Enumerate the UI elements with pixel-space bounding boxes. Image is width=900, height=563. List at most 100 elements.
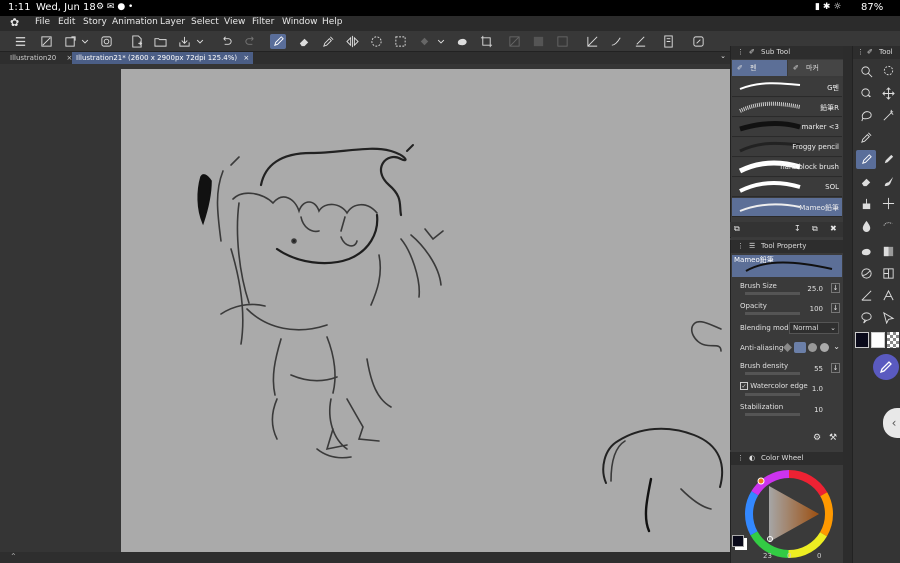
menu-story[interactable]: Story bbox=[83, 17, 107, 27]
pen-tool-icon[interactable] bbox=[856, 150, 876, 169]
stabilizer-icon[interactable] bbox=[584, 34, 600, 49]
menu-file[interactable]: File bbox=[35, 17, 50, 27]
sub-color-swatch[interactable] bbox=[871, 332, 885, 348]
brush-item[interactable]: marker <3 bbox=[732, 118, 842, 137]
brush-size-row[interactable]: Brush Size bbox=[740, 282, 840, 290]
hamburger-menu-icon[interactable] bbox=[12, 34, 28, 49]
brush-item[interactable]: SOL bbox=[732, 178, 842, 197]
contour-shade-icon[interactable] bbox=[856, 264, 876, 283]
sparkle-icon[interactable] bbox=[878, 194, 898, 213]
subtool-tab-marker[interactable]: ✐ 마커 bbox=[788, 60, 843, 76]
download-icon[interactable]: ↓ bbox=[831, 283, 840, 293]
copy-icon[interactable]: ⧉ bbox=[734, 224, 740, 234]
rect-select-icon[interactable] bbox=[392, 34, 408, 49]
chevron-down-icon[interactable] bbox=[80, 34, 90, 49]
ruler-pen-icon[interactable] bbox=[632, 34, 648, 49]
flip-horizontal-icon[interactable] bbox=[344, 34, 360, 49]
floating-pen-button[interactable] bbox=[873, 354, 899, 380]
tab-illustration21[interactable]: Illustration21* (2600 x 2900px 72dpi 125… bbox=[72, 52, 254, 64]
open-folder-icon[interactable] bbox=[152, 34, 168, 49]
new-file-icon[interactable] bbox=[128, 34, 144, 49]
screenshot-icon[interactable] bbox=[98, 34, 114, 49]
download-icon[interactable]: ↧ bbox=[794, 224, 801, 233]
brush-item[interactable]: Froggy pencil bbox=[732, 138, 842, 157]
frame-border-icon[interactable] bbox=[878, 264, 898, 283]
lasso-select-icon[interactable] bbox=[856, 106, 876, 125]
brush-size-slider[interactable] bbox=[745, 292, 800, 295]
brush-size-value[interactable]: 25.0 bbox=[807, 285, 823, 293]
transform-icon[interactable] bbox=[62, 34, 78, 49]
brush-density-slider[interactable] bbox=[745, 372, 800, 375]
menu-select[interactable]: Select bbox=[191, 17, 219, 27]
fill-selection-icon[interactable] bbox=[416, 34, 432, 49]
color-wheel[interactable] bbox=[739, 464, 839, 560]
panel-grip-icon[interactable]: ⋮ bbox=[857, 46, 864, 59]
eraser-icon[interactable] bbox=[856, 172, 876, 191]
opacity-slider[interactable] bbox=[745, 312, 800, 315]
clear-selection-icon[interactable] bbox=[530, 34, 546, 49]
eraser-icon[interactable] bbox=[296, 34, 312, 49]
stabilization-slider[interactable] bbox=[745, 413, 800, 416]
clear-layer-icon[interactable] bbox=[506, 34, 522, 49]
crop-icon[interactable] bbox=[478, 34, 494, 49]
aa-medium-option[interactable] bbox=[808, 343, 817, 352]
download-icon[interactable]: ↓ bbox=[831, 303, 840, 313]
brush-item[interactable]: G펜 bbox=[732, 78, 842, 97]
eyedropper-icon[interactable] bbox=[856, 128, 876, 147]
brush-item[interactable]: hard block brush bbox=[732, 158, 842, 177]
magic-wand-icon[interactable] bbox=[878, 106, 898, 125]
brush-density-value[interactable]: 55 bbox=[814, 365, 823, 373]
watercolor-edge-value[interactable]: 1.0 bbox=[812, 385, 823, 393]
chevron-down-icon[interactable]: ⌄ bbox=[720, 52, 726, 60]
download-icon[interactable]: ↓ bbox=[831, 363, 840, 373]
figure-icon[interactable] bbox=[856, 286, 876, 305]
double-chevron-up-icon[interactable]: ⌃ bbox=[10, 552, 17, 561]
decoration-icon[interactable] bbox=[856, 194, 876, 213]
trash-icon[interactable]: ✖ bbox=[830, 224, 837, 233]
panel-grip-icon[interactable]: ⋮ bbox=[737, 46, 744, 59]
brush-icon[interactable] bbox=[878, 172, 898, 191]
watercolor-checkbox[interactable]: ✓ bbox=[740, 382, 748, 390]
chevron-down-icon[interactable] bbox=[195, 34, 205, 49]
invert-selection-icon[interactable] bbox=[554, 34, 570, 49]
watercolor-edge-slider[interactable] bbox=[745, 393, 800, 396]
correct-line-icon[interactable] bbox=[878, 308, 898, 327]
eyedropper-icon[interactable] bbox=[320, 34, 336, 49]
brush-density-row[interactable]: Brush density bbox=[740, 362, 840, 370]
duplicate-icon[interactable]: ⧉ bbox=[812, 224, 818, 234]
undo-icon[interactable] bbox=[218, 34, 234, 49]
panel-divider[interactable] bbox=[843, 46, 852, 563]
subtool-tab-pen[interactable]: ✐ 펜 bbox=[732, 60, 787, 76]
zoom-icon[interactable] bbox=[856, 62, 876, 81]
panel-grip-icon[interactable]: ⋮ bbox=[737, 240, 744, 253]
aa-weak-option[interactable] bbox=[794, 342, 806, 353]
brush-item[interactable]: 鉛筆R bbox=[732, 98, 842, 117]
chevron-down-icon[interactable]: ⌄ bbox=[833, 342, 840, 351]
gradient-icon[interactable] bbox=[878, 242, 898, 261]
menu-window[interactable]: Window bbox=[282, 17, 318, 27]
anti-aliasing-options[interactable] bbox=[783, 342, 831, 353]
menu-edit[interactable]: Edit bbox=[58, 17, 75, 27]
app-logo-icon[interactable]: ✿ bbox=[10, 16, 19, 29]
menu-view[interactable]: View bbox=[224, 17, 245, 27]
stabilization-value[interactable]: 10 bbox=[814, 406, 823, 414]
menu-animation[interactable]: Animation bbox=[112, 17, 158, 27]
tab-illustration20[interactable]: Illustration20 × bbox=[6, 52, 76, 64]
opacity-value[interactable]: 100 bbox=[810, 305, 823, 313]
settings-icon[interactable]: ⚙ bbox=[813, 433, 821, 443]
main-color-swatch[interactable] bbox=[855, 332, 869, 348]
opacity-row[interactable]: Opacity bbox=[740, 302, 840, 310]
lasso-icon[interactable] bbox=[878, 62, 898, 81]
menu-help[interactable]: Help bbox=[322, 17, 343, 27]
balloon-icon[interactable] bbox=[856, 308, 876, 327]
close-icon[interactable]: × bbox=[243, 54, 249, 62]
wrench-icon[interactable]: ⚒ bbox=[829, 433, 837, 443]
transparent-color-swatch[interactable] bbox=[887, 332, 899, 348]
move-icon[interactable] bbox=[878, 84, 898, 103]
pencil-icon[interactable] bbox=[878, 150, 898, 169]
blending-mode-select[interactable]: Normal ⌄ bbox=[789, 322, 839, 334]
stabilization-row[interactable]: Stabilization bbox=[740, 403, 840, 411]
drawing-canvas[interactable] bbox=[121, 69, 730, 553]
pen-tool-icon[interactable] bbox=[270, 34, 286, 49]
text-icon[interactable] bbox=[878, 286, 898, 305]
